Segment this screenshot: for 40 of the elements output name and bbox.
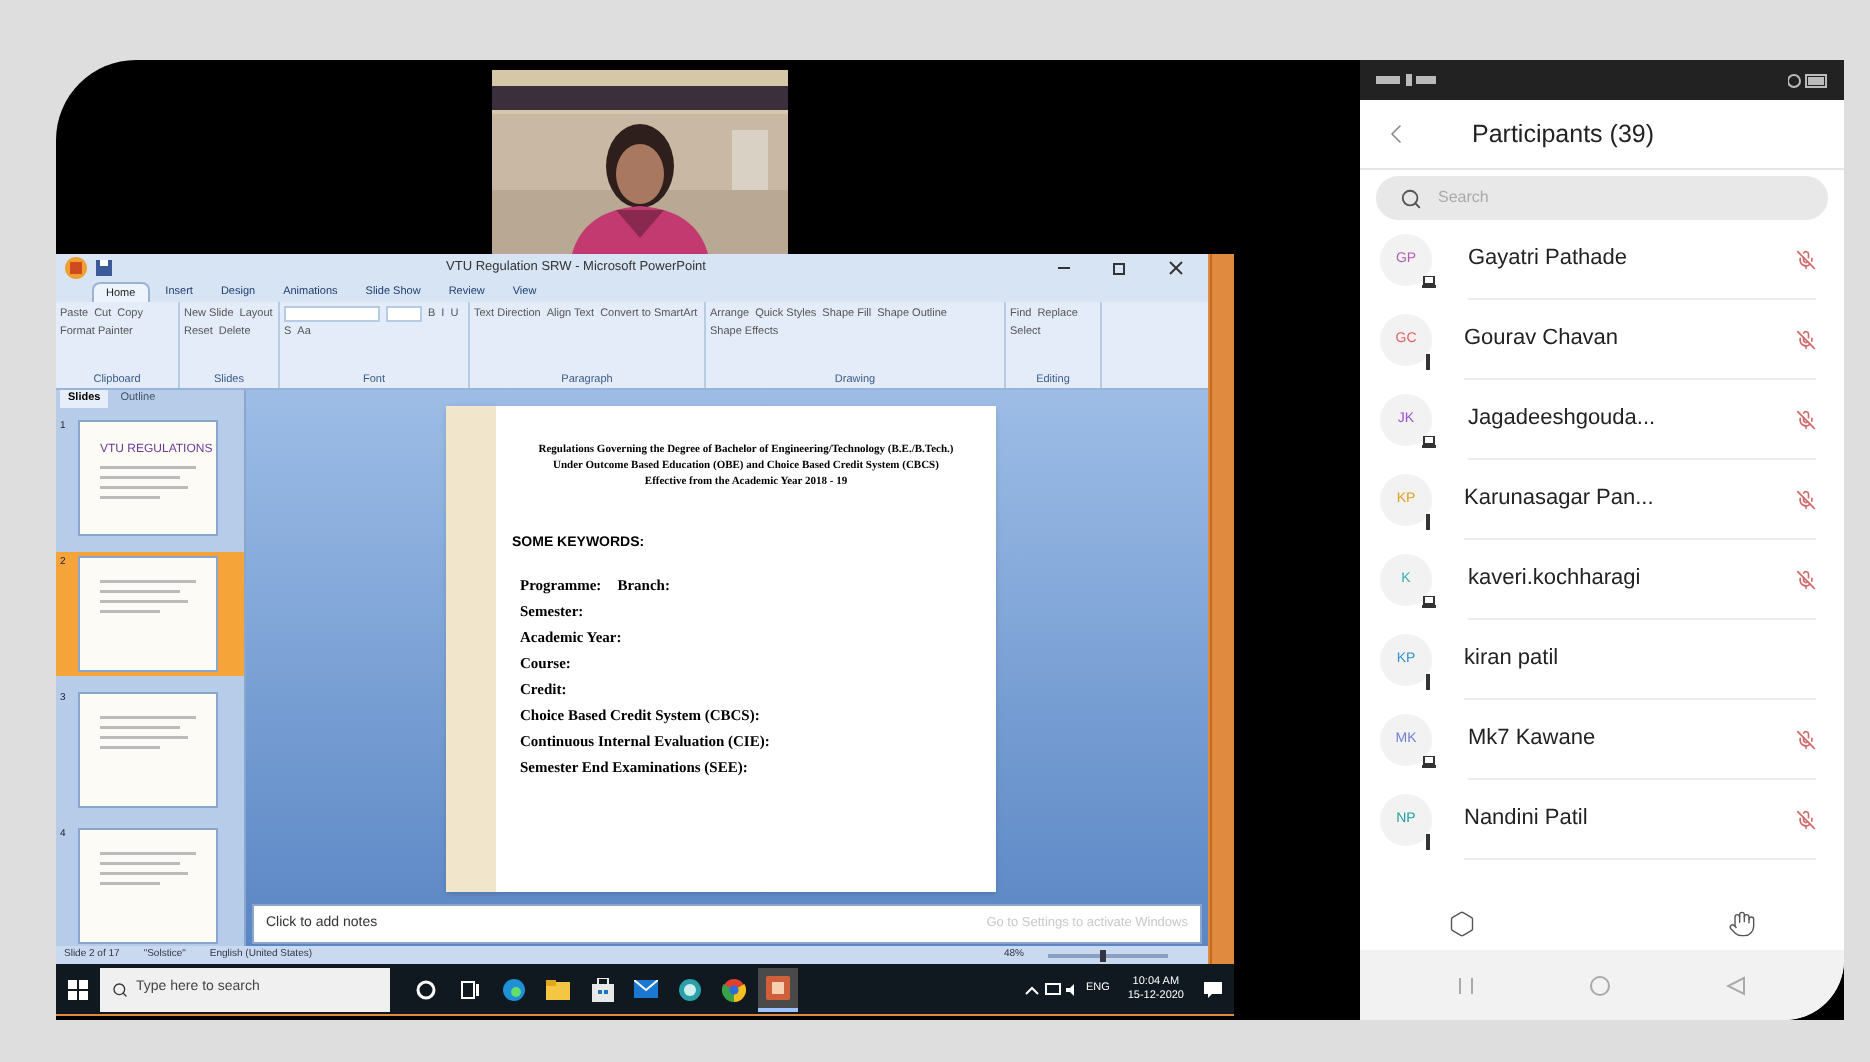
close-icon[interactable] — [1168, 259, 1184, 275]
font-size-field[interactable] — [386, 306, 422, 322]
globe-icon[interactable] — [678, 977, 702, 1001]
shopping-bag-icon[interactable] — [591, 977, 613, 1001]
laptop-icon — [1422, 756, 1436, 768]
participant-name: kiran patil — [1464, 644, 1559, 675]
browser-icon[interactable] — [502, 977, 526, 1001]
save-icon[interactable] — [96, 259, 112, 275]
phone-icon — [1426, 834, 1432, 850]
laptop-icon — [1422, 596, 1436, 608]
cortana-icon[interactable] — [416, 979, 436, 999]
search-icon — [1400, 187, 1422, 209]
windows-logo-icon[interactable] — [68, 979, 88, 999]
font-name-field[interactable] — [284, 306, 380, 322]
laptop-icon — [1422, 436, 1436, 448]
raise-hand-icon[interactable] — [1728, 910, 1756, 938]
participant-name: kaveri.kochharagi — [1468, 564, 1641, 595]
screen-title: Participants (39) — [1472, 117, 1655, 152]
participant-name: Gayatri Pathade — [1468, 244, 1627, 275]
phone-icon — [1426, 514, 1432, 530]
participant-name: Gourav Chavan — [1464, 324, 1619, 355]
restore-icon[interactable] — [1112, 259, 1128, 275]
notifications-icon[interactable] — [1204, 981, 1222, 997]
participant-name: Jagadeeshgouda... — [1468, 404, 1656, 435]
presentation-app-icon[interactable] — [766, 975, 790, 999]
tray-icons-drawing — [1023, 981, 1076, 997]
zoom-thumb[interactable] — [1099, 949, 1106, 961]
participant-name: Karunasagar Pan... — [1464, 484, 1654, 515]
folder-icon[interactable] — [546, 979, 570, 999]
participant-name: Mk7 Kawane — [1468, 724, 1596, 755]
phone-icon — [1426, 354, 1432, 370]
participant-name: Nandini Patil — [1464, 804, 1588, 835]
search-icon — [112, 981, 128, 997]
laptop-icon — [1422, 276, 1436, 288]
battery-icon — [1788, 73, 1828, 87]
chrome-icon[interactable] — [722, 977, 746, 1001]
mail-icon[interactable] — [634, 980, 658, 998]
task-view-icon[interactable] — [460, 979, 480, 999]
phone-icon — [1426, 674, 1432, 690]
office-logo-icon[interactable] — [64, 255, 88, 279]
